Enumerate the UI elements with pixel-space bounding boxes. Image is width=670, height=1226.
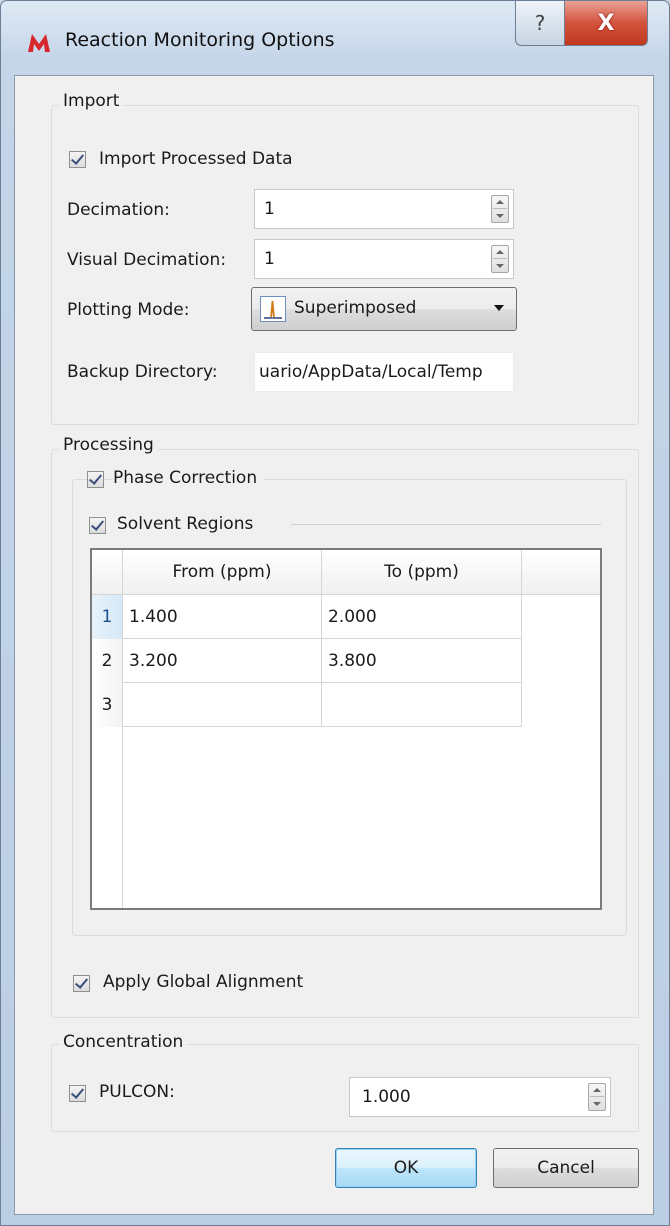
column-header-filler (522, 550, 600, 594)
import-processed-checkbox[interactable] (69, 151, 86, 168)
visual-decimation-label: Visual Decimation: (67, 250, 227, 270)
solvent-regions-table[interactable]: From (ppm) To (ppm) 1 1.400 2.000 2 3.20… (90, 548, 602, 910)
pulcon-checkbox[interactable] (69, 1085, 86, 1102)
peak-chart-icon (260, 296, 286, 322)
table-cell-to[interactable]: 2.000 (322, 595, 522, 639)
help-button[interactable]: ? (515, 1, 565, 46)
table-cell-from[interactable]: 3.200 (123, 639, 322, 683)
backup-directory-input[interactable]: uario/AppData/Local/Temp (254, 352, 514, 392)
table-header: From (ppm) To (ppm) (92, 550, 600, 595)
visual-decimation-stepper-icon[interactable] (491, 245, 509, 273)
row-header[interactable]: 1 (92, 595, 123, 640)
help-icon: ? (534, 11, 546, 35)
apply-global-alignment-checkbox[interactable] (73, 975, 90, 992)
pulcon-stepper-icon[interactable] (588, 1083, 606, 1111)
backup-directory-label: Backup Directory: (67, 362, 218, 382)
cancel-button[interactable]: Cancel (493, 1148, 639, 1188)
visual-decimation-spinbox[interactable]: 1 (254, 239, 514, 279)
import-processed-label[interactable]: Import Processed Data (99, 149, 293, 169)
backup-directory-value: uario/AppData/Local/Temp (259, 362, 483, 382)
pulcon-spinbox[interactable]: 1.000 (349, 1077, 611, 1117)
row-header[interactable]: 2 (92, 639, 123, 684)
decimation-spinbox[interactable]: 1 (254, 189, 514, 229)
table-cell-to[interactable] (322, 683, 522, 727)
decimation-stepper-icon[interactable] (491, 195, 509, 223)
pulcon-label[interactable]: PULCON: (99, 1082, 175, 1102)
column-header-to[interactable]: To (ppm) (322, 550, 522, 594)
plotting-mode-label: Plotting Mode: (67, 300, 190, 320)
decimation-value: 1 (264, 199, 275, 219)
table-corner[interactable] (92, 550, 123, 594)
dialog-body: Import Import Processed Data Decimation:… (14, 75, 654, 1215)
solvent-regions-label[interactable]: Solvent Regions (117, 514, 253, 534)
close-button[interactable]: X (564, 1, 648, 46)
apply-global-alignment-label[interactable]: Apply Global Alignment (103, 972, 303, 992)
phase-correction-label[interactable]: Phase Correction (113, 468, 264, 488)
visual-decimation-value: 1 (264, 249, 275, 269)
column-header-from[interactable]: From (ppm) (123, 550, 322, 594)
row-header[interactable]: 3 (92, 683, 123, 728)
solvent-regions-checkbox[interactable] (89, 517, 106, 534)
row-header-filler (92, 727, 123, 908)
plotting-mode-value: Superimposed (294, 298, 417, 318)
plotting-mode-dropdown[interactable]: Superimposed (251, 287, 517, 331)
processing-group-title: Processing (59, 435, 158, 455)
table-cell-from[interactable] (123, 683, 322, 727)
title-bar[interactable]: Reaction Monitoring Options ? X (1, 1, 669, 73)
decimation-label: Decimation: (67, 200, 170, 220)
close-icon: X (597, 10, 615, 36)
phase-correction-checkbox[interactable] (87, 471, 104, 488)
solvent-regions-separator (291, 524, 601, 525)
window-title: Reaction Monitoring Options (65, 29, 335, 51)
chevron-down-icon (494, 305, 504, 311)
app-logo-icon (28, 34, 50, 52)
table-cell-to[interactable]: 3.800 (322, 639, 522, 683)
concentration-group-title: Concentration (59, 1032, 188, 1052)
import-group-title: Import (59, 91, 124, 111)
pulcon-value: 1.000 (362, 1087, 411, 1107)
ok-button[interactable]: OK (335, 1148, 477, 1188)
dialog-window: Reaction Monitoring Options ? X Import I… (0, 0, 670, 1226)
table-cell-from[interactable]: 1.400 (123, 595, 322, 639)
